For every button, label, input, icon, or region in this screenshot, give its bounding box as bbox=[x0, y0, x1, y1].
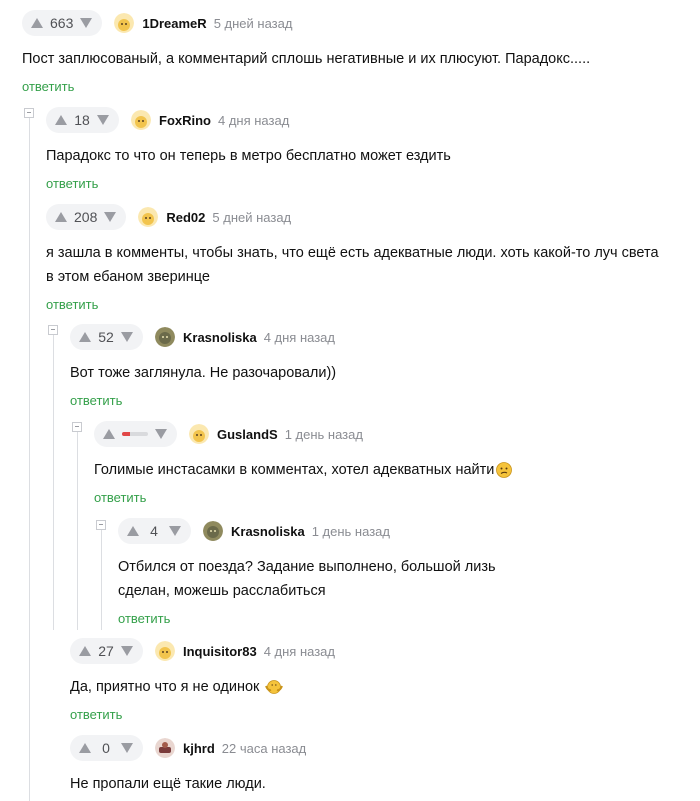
downvote-icon[interactable] bbox=[103, 211, 117, 223]
upvote-icon[interactable] bbox=[126, 525, 140, 537]
username[interactable]: Inquisitor83 bbox=[183, 644, 257, 659]
reply-link[interactable]: ответить bbox=[46, 297, 98, 312]
rating-count: 4 bbox=[150, 523, 158, 539]
comment-header: 18 FoxRino 4 дня назад bbox=[46, 107, 692, 133]
rating-count: 208 bbox=[74, 209, 98, 225]
comment-header: 52 Krasnoliska 4 дня назад bbox=[70, 324, 690, 350]
comment-text: Парадокс то что он теперь в метро беспла… bbox=[46, 148, 451, 164]
rating-control bbox=[94, 421, 177, 447]
upvote-icon[interactable] bbox=[102, 428, 116, 440]
downvote-icon[interactable] bbox=[120, 331, 134, 343]
reply-link[interactable]: ответить bbox=[94, 490, 146, 505]
upvote-icon[interactable] bbox=[54, 211, 68, 223]
rating-indicator bbox=[122, 432, 148, 436]
comment: 208 Red02 5 дней назад я зашла в коммент… bbox=[46, 204, 666, 314]
avatar[interactable] bbox=[189, 424, 209, 444]
username[interactable]: FoxRino bbox=[159, 113, 211, 128]
comment-text: Вот тоже заглянула. Не разочаровали)) bbox=[70, 365, 337, 381]
collapse-toggle[interactable] bbox=[48, 325, 58, 335]
timestamp[interactable]: 4 дня назад bbox=[264, 330, 335, 345]
username[interactable]: GuslandS bbox=[217, 427, 278, 442]
timestamp[interactable]: 1 день назад bbox=[312, 524, 390, 539]
rating-count: 0 bbox=[102, 740, 110, 756]
avatar[interactable] bbox=[114, 13, 135, 33]
username[interactable]: kjhrd bbox=[183, 741, 215, 756]
comment: 18 FoxRino 4 дня назад Парадокс то что о… bbox=[46, 107, 692, 193]
downvote-icon[interactable] bbox=[154, 428, 168, 440]
thread-line bbox=[101, 525, 102, 630]
thread-line bbox=[53, 330, 54, 630]
rating-control: 208 bbox=[46, 204, 127, 230]
comment-text-row: Голимые инстасамки в комментах, хотел ад… bbox=[94, 458, 684, 482]
upvote-icon[interactable] bbox=[78, 331, 92, 343]
confused-emoji-icon bbox=[496, 462, 513, 479]
rating-control: 663 bbox=[22, 10, 103, 36]
comment: GuslandS 1 день назад Голимые инстасамки… bbox=[94, 421, 684, 507]
comment-header: 4 Krasnoliska 1 день назад bbox=[118, 518, 538, 544]
timestamp[interactable]: 5 дней назад bbox=[214, 16, 293, 31]
downvote-icon[interactable] bbox=[168, 525, 182, 537]
collapse-toggle[interactable] bbox=[72, 422, 82, 432]
avatar[interactable] bbox=[131, 110, 151, 130]
rating-control: 52 bbox=[70, 324, 143, 350]
reply-link[interactable]: ответить bbox=[70, 707, 122, 722]
timestamp[interactable]: 5 дней назад bbox=[212, 210, 291, 225]
comment: 4 Krasnoliska 1 день назад Отбился от по… bbox=[118, 518, 538, 628]
downvote-icon[interactable] bbox=[96, 114, 110, 126]
rating-control: 18 bbox=[46, 107, 119, 133]
rating-control: 27 bbox=[70, 638, 143, 664]
hug-emoji-icon bbox=[265, 680, 284, 695]
avatar[interactable] bbox=[155, 327, 175, 347]
reply-link[interactable]: ответить bbox=[70, 393, 122, 408]
downvote-icon[interactable] bbox=[120, 742, 134, 754]
rating-count: 52 bbox=[98, 329, 114, 345]
comment-text: я зашла в комменты, чтобы знать, что ещё… bbox=[46, 245, 659, 285]
upvote-icon[interactable] bbox=[54, 114, 68, 126]
comment-header: 663 1DreameR 5 дней назад bbox=[22, 10, 692, 36]
reply-link[interactable]: ответить bbox=[118, 611, 170, 626]
comment-header: 27 Inquisitor83 4 дня назад bbox=[70, 638, 670, 664]
avatar[interactable] bbox=[155, 738, 175, 758]
comment-header: 208 Red02 5 дней назад bbox=[46, 204, 666, 230]
upvote-icon[interactable] bbox=[78, 645, 92, 657]
reply-link[interactable]: ответить bbox=[46, 176, 98, 191]
comment-text-row: Да, приятно что я не одинок bbox=[70, 675, 670, 699]
timestamp[interactable]: 22 часа назад bbox=[222, 741, 306, 756]
rating-control: 4 bbox=[118, 518, 191, 544]
comment-text: Голимые инстасамки в комментах, хотел ад… bbox=[94, 462, 495, 478]
comment: 0 kjhrd 22 часа назад Не пропали ещё так… bbox=[70, 735, 670, 796]
comment-header: 0 kjhrd 22 часа назад bbox=[70, 735, 670, 761]
comment: 27 Inquisitor83 4 дня назад Да, приятно … bbox=[70, 638, 670, 724]
timestamp[interactable]: 4 дня назад bbox=[218, 113, 289, 128]
downvote-icon[interactable] bbox=[120, 645, 134, 657]
comment: 52 Krasnoliska 4 дня назад Вот тоже загл… bbox=[70, 324, 690, 410]
collapse-toggle[interactable] bbox=[96, 520, 106, 530]
timestamp[interactable]: 4 дня назад bbox=[264, 644, 335, 659]
comment-header: GuslandS 1 день назад bbox=[94, 421, 684, 447]
rating-count: 27 bbox=[98, 643, 114, 659]
comment: 663 1DreameR 5 дней назад Пост заплюсова… bbox=[22, 10, 692, 96]
username[interactable]: Krasnoliska bbox=[183, 330, 257, 345]
timestamp[interactable]: 1 день назад bbox=[285, 427, 363, 442]
comment-text: Не пропали ещё такие люди. bbox=[70, 776, 266, 792]
avatar[interactable] bbox=[203, 521, 223, 541]
username[interactable]: 1DreameR bbox=[142, 16, 206, 31]
comment-text: Отбился от поезда? Задание выполнено, бо… bbox=[118, 559, 496, 599]
comment-text: Пост заплюсованый, а комментарий сплошь … bbox=[22, 51, 591, 67]
comment-text: Да, приятно что я не одинок bbox=[70, 679, 260, 695]
avatar[interactable] bbox=[138, 207, 159, 227]
upvote-icon[interactable] bbox=[78, 742, 92, 754]
collapse-toggle[interactable] bbox=[24, 108, 34, 118]
upvote-icon[interactable] bbox=[30, 17, 44, 29]
thread-line bbox=[29, 113, 30, 801]
username[interactable]: Krasnoliska bbox=[231, 524, 305, 539]
reply-link[interactable]: ответить bbox=[22, 79, 74, 94]
username[interactable]: Red02 bbox=[166, 210, 205, 225]
rating-count: 18 bbox=[74, 112, 90, 128]
thread-line bbox=[77, 427, 78, 630]
rating-control: 0 bbox=[70, 735, 143, 761]
rating-count: 663 bbox=[50, 15, 74, 31]
downvote-icon[interactable] bbox=[79, 17, 93, 29]
avatar[interactable] bbox=[155, 641, 175, 661]
